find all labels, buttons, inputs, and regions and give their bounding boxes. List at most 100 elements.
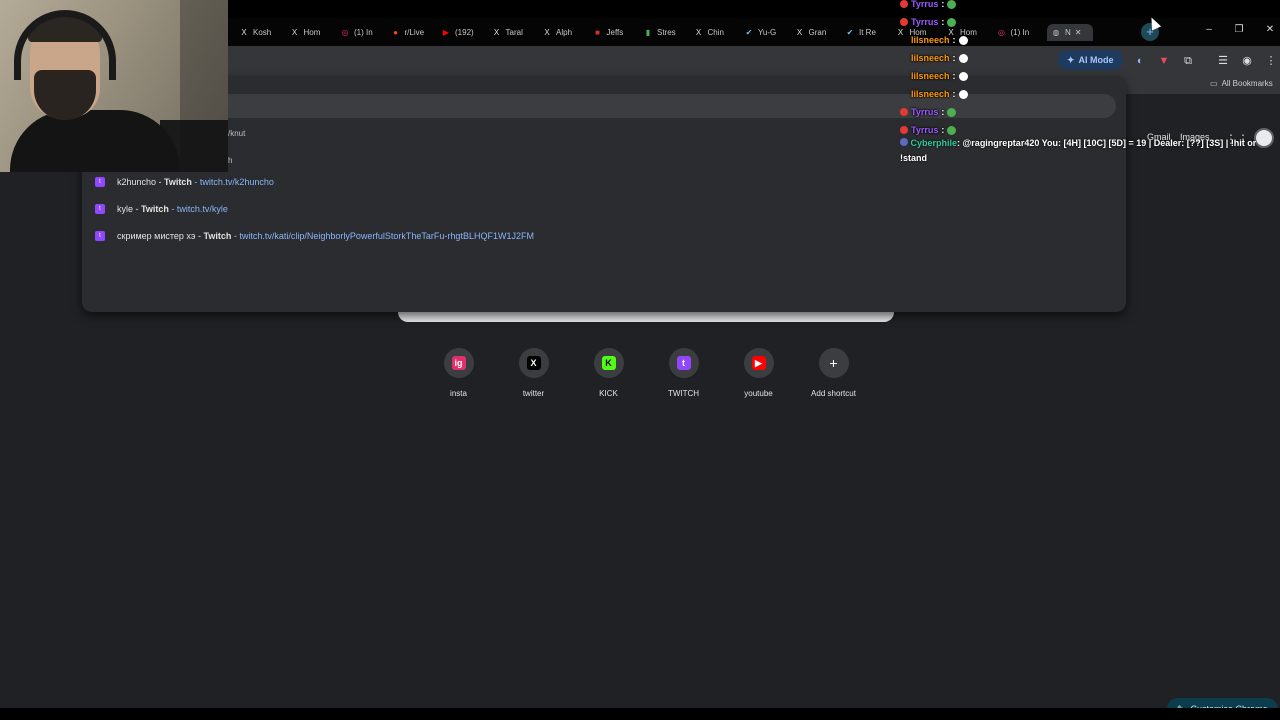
browser-tab[interactable]: ✔ Yu-G [744,24,788,41]
x-icon: X [526,356,541,370]
x-icon: X [493,27,500,37]
chat-line: lilsneech: [900,53,968,63]
browser-tab[interactable]: X Gran [795,24,839,41]
shortcuts-grid: ig insta Xtwitter K KICK t TWITCH ▶ youtube + Add … [421,348,871,408]
shortcut-tile[interactable]: Xtwitter [496,348,571,408]
chat-badge-icon [900,138,908,146]
site-icon: ■ [595,27,600,37]
suggestion-url: - twitch.tv/kyle [168,204,228,214]
instagram-icon: ◎ [341,27,349,37]
browser-tab[interactable]: X Kosh [239,24,283,41]
tab-label: Kosh [253,28,272,37]
x-icon: X [695,27,702,37]
suggestion-site: Twitch [141,204,169,214]
chat-emote-icon [947,107,957,117]
shortcut-tile[interactable]: t TWITCH [646,348,721,408]
chat-username: lilsneech [911,35,950,45]
tab-label: Gran [808,28,827,37]
chat-username: Cyberphile [910,138,958,148]
omnibox-partial-text: h [228,156,233,165]
omnibox-suggestion[interactable]: t k2huncho - Twitch - twitch.tv/k2huncho [95,173,274,191]
browser-tab[interactable]: ◎ (1) In [340,24,384,41]
tab-label: Alph [556,28,573,37]
tab-label: Yu-G [758,28,777,37]
browser-tab[interactable]: X Alph [542,24,586,41]
instagram-icon: ig [451,356,466,370]
shortcut-tile[interactable]: ig insta [421,348,496,408]
x-icon: X [796,27,803,37]
suggestion-text: скример мистер хэ - Twitch - twitch.tv/k… [117,231,534,241]
x-icon: X [291,27,298,37]
chat-line: Tyrrus: [900,107,957,117]
reddit-icon: ● [393,27,398,37]
chat-line: lilsneech: [900,71,968,81]
suggestion-title: k2huncho - [117,177,165,187]
x-icon: X [241,27,247,37]
chat-username: lilsneech [911,89,950,99]
shortcut-label: Add shortcut [811,389,856,398]
x-icon: X [544,27,550,37]
chat-username: lilsneech [911,53,950,63]
chat-message: Cyberphile: @ragingreptar420 You: [4H] [… [900,136,1260,166]
tab-label: (1) In [354,28,373,37]
browser-tab[interactable]: ▶ (192) [441,24,485,41]
tab-label: r/Live [404,28,425,37]
browser-tab[interactable]: X Hom [290,24,334,41]
chat-emote-icon [947,125,957,135]
chat-badge-icon [900,126,908,134]
close-window-icon[interactable]: ✕ [1263,24,1277,35]
plus-icon: + [826,356,841,370]
tab-label: Taral [505,28,523,37]
twitch-icon: t [676,356,691,370]
browser-tab[interactable]: ▮ Stres [643,24,687,41]
chat-badge-icon [900,36,908,44]
shortcut-icon-circle: K [593,348,624,378]
chat-line: Tyrrus: [900,125,957,135]
shortcut-label: youtube [744,389,773,398]
shortcut-label: twitter [522,389,545,398]
chat-badge-icon [900,54,908,62]
browser-tab[interactable]: X Chin [694,24,738,41]
tab-label: Hom [303,28,321,37]
browser-tab[interactable]: ■ Jeffs [593,24,637,41]
steam-icon: ✔ [846,27,854,37]
shortcut-tile[interactable]: K KICK [571,348,646,408]
shortcut-label: TWITCH [667,389,700,398]
suggestion-title: скример мистер хэ - [117,231,204,241]
chat-line: lilsneech: [900,89,968,99]
tab-label: (192) [455,28,474,37]
shortcut-tile[interactable]: + Add shortcut [796,348,871,408]
browser-tab[interactable]: ✔ It Re [845,24,889,41]
webcam-overlay [0,0,228,172]
suggestion-url: - twitch.tv/kati/clip/NeighborlyPowerful… [231,231,534,241]
browser-tab[interactable]: ● r/Live [391,24,435,41]
kick-icon: K [601,356,616,370]
suggestion-title: kyle - [117,204,142,214]
chat-emote-icon [958,53,968,63]
shortcut-label: insta [450,389,467,398]
suggestion-url: - twitch.tv/k2huncho [191,177,274,187]
menu-icon[interactable]: ⋮ [1263,53,1279,69]
chat-emote-icon [947,0,957,9]
chat-emote-icon [958,35,968,45]
shortcut-icon-circle: + [818,348,849,378]
chat-username: Tyrrus [911,17,939,27]
chat-username: Tyrrus [911,0,939,9]
shortcut-tile[interactable]: ▶ youtube [721,348,796,408]
twitch-icon: t [95,204,105,214]
tab-label: Stres [657,28,676,37]
omnibox-suggestion[interactable]: t скример мистер хэ - Twitch - twitch.tv/… [95,227,534,245]
omnibox-suggestion[interactable]: t kyle - Twitch - twitch.tv/kyle [95,200,228,218]
chat-username: Tyrrus [911,125,939,135]
chat-line: Tyrrus: [900,0,957,9]
chat-emote-icon [958,71,968,81]
twitch-icon: t [95,231,105,241]
steam-icon: ✔ [745,27,753,37]
suggestion-text: kyle - Twitch - twitch.tv/kyle [117,204,228,214]
browser-tab[interactable]: X Taral [492,24,536,41]
chat-line: lilsneech: [900,35,968,45]
shortcut-icon-circle: X [518,348,549,378]
shortcut-icon-circle: ig [443,348,474,378]
chat-line: Tyrrus: [900,17,957,27]
tab-label: Chin [707,28,724,37]
